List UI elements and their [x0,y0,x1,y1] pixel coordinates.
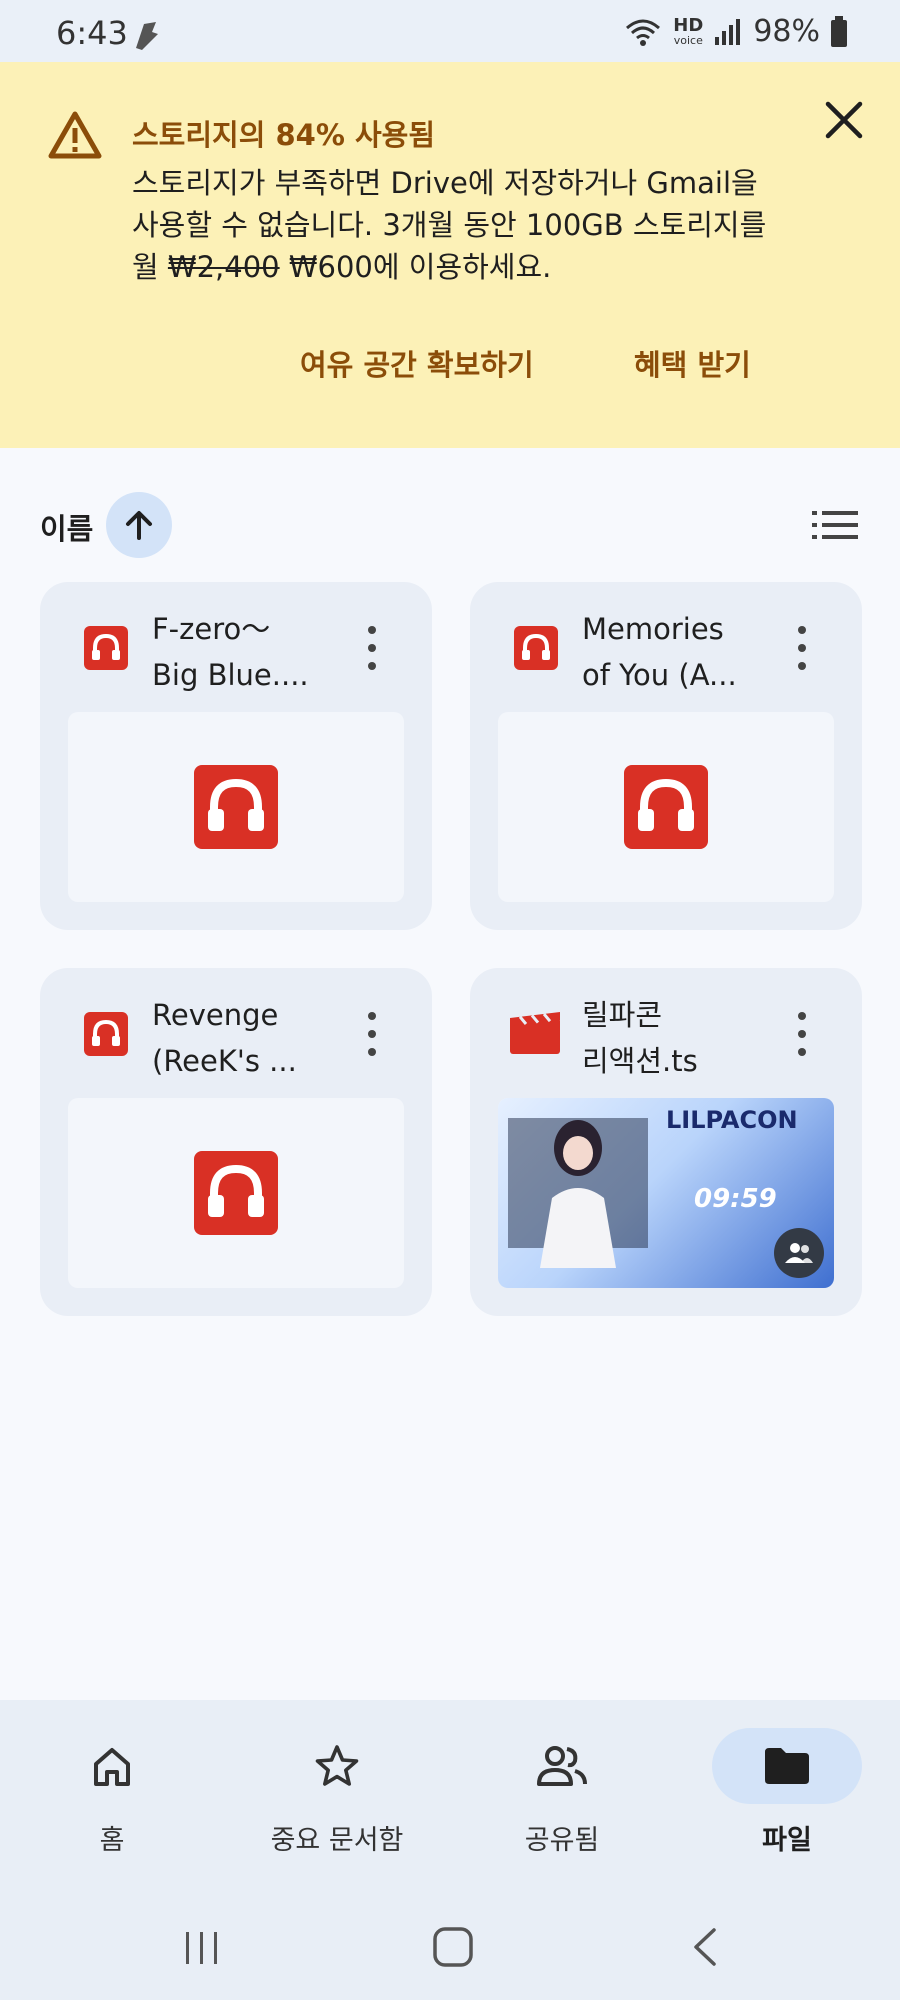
app-notification-icon [136,22,158,50]
hd-voice-indicator: HD voice [673,15,704,47]
get-offer-button[interactable]: 혜택 받기 [634,342,751,384]
file-card[interactable]: Memories of You (A... [470,582,862,930]
back-button[interactable] [690,1926,720,1968]
nav-label: 홈 [99,1825,125,1856]
file-name: Memories of You (A... [582,612,737,692]
video-thumbnail: LILPACON 09:59 [498,1098,834,1288]
nav-icon-container-active [712,1728,862,1804]
thumbnail-time: 09:59 [694,1184,777,1214]
nav-home[interactable]: 홈 [12,1728,212,1878]
nav-files[interactable]: 파일 [687,1728,887,1878]
old-price: ₩2,400 [167,250,280,284]
nav-shared[interactable]: 공유됨 [462,1728,662,1878]
recent-apps-button[interactable] [182,1928,222,1968]
headphones-icon [194,765,278,849]
shared-badge [774,1228,824,1278]
bottom-navigation: 홈 중요 문서함 공유됨 파일 [0,1700,900,2000]
signal-icon [715,18,741,45]
nav-icon-container [262,1728,412,1804]
audio-file-icon [84,1012,128,1056]
people-icon [537,1746,587,1786]
file-name: 릴파콘 리액션.ts [582,998,698,1078]
file-card[interactable]: Revenge (ReeK's ... [40,968,432,1316]
thumbnail-character-image [508,1118,648,1268]
banner-title: 스토리지의 84% 사용됨 [132,118,436,152]
status-time: 6:43 [56,14,128,52]
free-up-space-button[interactable]: 여유 공간 확보하기 [300,342,534,384]
nav-label: 공유됨 [524,1825,600,1856]
nav-icon-container [487,1728,637,1804]
hd-label: HD [673,15,704,36]
sort-direction-button[interactable] [106,492,172,558]
close-icon[interactable] [820,96,868,144]
file-card[interactable]: 릴파콘 리액션.ts LILPACON 09:59 [470,968,862,1316]
file-name: F-zero～ Big Blue.... [152,612,309,692]
file-preview [498,712,834,902]
battery-icon [831,15,847,47]
file-name: Revenge (ReeK's ... [152,998,297,1078]
video-file-icon [510,1012,560,1054]
storage-warning-banner: 스토리지의 84% 사용됨 스토리지가 부족하면 Drive에 저장하거나 Gm… [0,62,900,448]
status-indicators: HD voice 98% [623,14,848,49]
file-preview [68,712,404,902]
folder-icon [765,1748,809,1784]
nav-label: 파일 [762,1825,812,1856]
wifi-icon [626,19,661,46]
star-icon [315,1745,359,1786]
more-options-button[interactable] [782,1012,822,1056]
warning-icon [48,111,102,159]
people-icon [785,1243,813,1263]
arrow-up-icon [126,511,152,540]
new-price: ₩600 [279,250,373,284]
thumbnail-image: LILPACON 09:59 [498,1098,834,1288]
file-preview [68,1098,404,1288]
voice-label: voice [673,34,703,47]
nav-icon-container [37,1728,187,1804]
more-options-button[interactable] [782,626,822,670]
home-icon [94,1748,130,1786]
banner-message-tail: 에 이용하세요. [372,250,552,284]
sort-label[interactable]: 이름 [40,506,93,548]
audio-file-icon [514,626,558,670]
nav-starred[interactable]: 중요 문서함 [237,1728,437,1878]
audio-file-icon [84,626,128,670]
banner-message: 스토리지가 부족하면 Drive에 저장하거나 Gmail을 사용할 수 없습니… [132,162,792,288]
file-card[interactable]: F-zero～ Big Blue.... [40,582,432,930]
status-bar: 6:43 HD voice 98% [0,0,900,62]
headphones-icon [624,765,708,849]
list-view-icon[interactable] [812,508,858,542]
battery-percent: 98% [753,14,820,49]
more-options-button[interactable] [352,626,392,670]
thumbnail-title: LILPACON [666,1106,798,1134]
nav-label: 중요 문서함 [270,1825,404,1856]
headphones-icon [194,1151,278,1235]
more-options-button[interactable] [352,1012,392,1056]
home-button[interactable] [432,1926,474,1968]
